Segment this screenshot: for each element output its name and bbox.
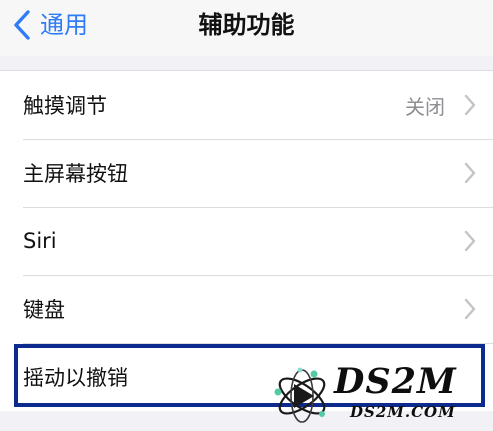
- row-siri[interactable]: Siri: [0, 207, 493, 275]
- chevron-right-icon: [464, 230, 476, 252]
- row-label: 摇动以撤销: [23, 366, 128, 390]
- row-home-button[interactable]: 主屏幕按钮: [0, 139, 493, 207]
- chevron-right-icon: [464, 162, 476, 184]
- row-label: 主屏幕按钮: [23, 162, 128, 186]
- row-assistive-touch-adjust[interactable]: 触摸调节 关闭: [0, 71, 493, 139]
- row-shake-to-undo[interactable]: 摇动以撤销: [0, 343, 493, 411]
- row-label: Siri: [23, 229, 57, 253]
- row-label: 触摸调节: [23, 94, 107, 118]
- row-keyboard[interactable]: 键盘: [0, 275, 493, 343]
- chevron-right-icon: [464, 94, 476, 116]
- navigation-bar: 通用 辅助功能: [0, 0, 493, 56]
- chevron-right-icon: [464, 298, 476, 320]
- row-value: 关闭: [405, 94, 445, 119]
- settings-list: 触摸调节 关闭 主屏幕按钮 Siri 键盘 摇动以撤销: [0, 70, 493, 411]
- row-label: 键盘: [23, 298, 65, 322]
- page-title: 辅助功能: [198, 11, 295, 39]
